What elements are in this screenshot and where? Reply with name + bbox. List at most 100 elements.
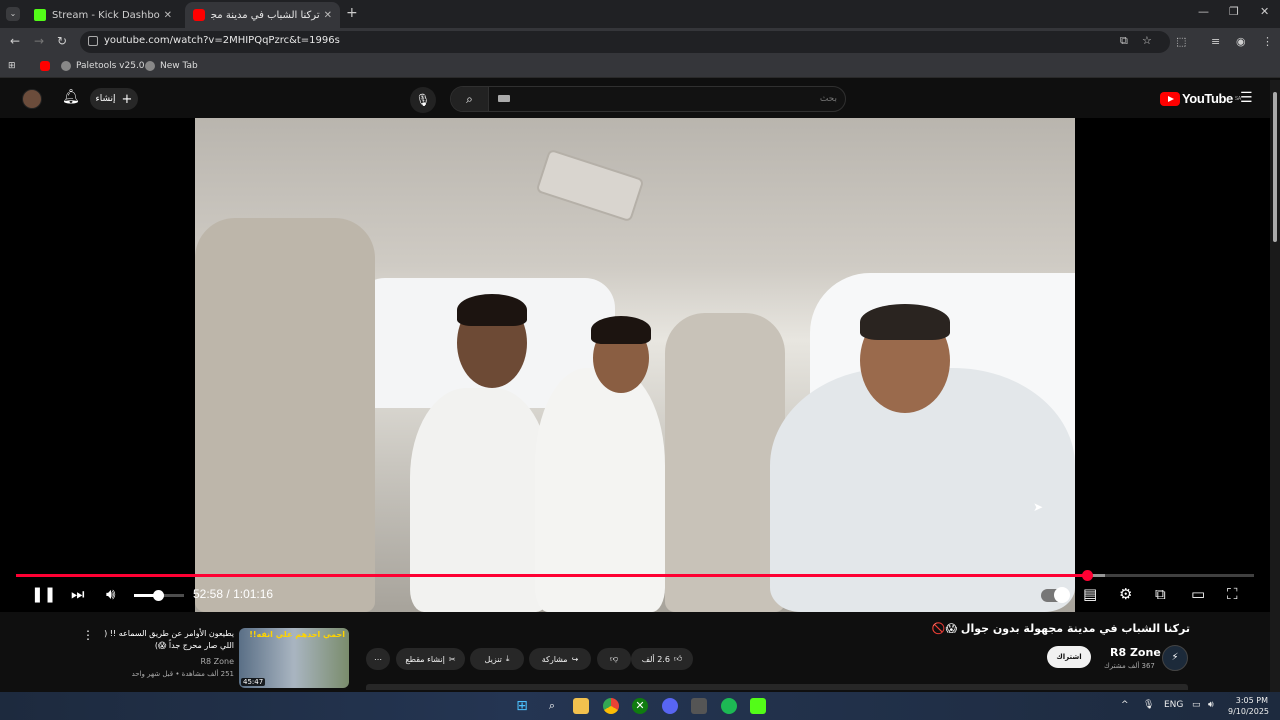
- scissors-icon: ✂︎: [448, 654, 456, 664]
- autoplay-toggle[interactable]: [1041, 587, 1070, 603]
- notifications-bell-icon[interactable]: 🔔︎: [62, 89, 80, 105]
- share-icon: ↪︎: [571, 654, 579, 664]
- tab-close-icon[interactable]: ✕: [164, 10, 172, 21]
- like-count: 2.6 ألف: [641, 654, 670, 664]
- microphone-tray-icon[interactable]: 🎙︎: [1143, 700, 1154, 710]
- volume-icon[interactable]: 🔊︎: [106, 585, 115, 603]
- like-button[interactable]: 2.6 ألف 👍︎: [631, 648, 693, 670]
- voice-search-icon[interactable]: 🎙︎: [410, 87, 436, 113]
- hamburger-menu-icon[interactable]: ☰: [1240, 90, 1253, 106]
- share-button[interactable]: مشاركة ↪︎: [529, 648, 591, 670]
- system-clock[interactable]: 3:05 PM 9/10/2025: [1228, 695, 1269, 717]
- tab-label: تركنا الشباب في مدينة مجهولة: [211, 9, 320, 21]
- clip-button[interactable]: إنشاء مقطع ✂︎: [396, 648, 465, 670]
- address-bar[interactable]: youtube.com/watch?v=2MHIPQqPzrc&t=1996s …: [80, 31, 1170, 53]
- language-indicator[interactable]: ENG: [1164, 700, 1183, 710]
- video-frame[interactable]: [195, 118, 1075, 612]
- search-input[interactable]: [497, 90, 837, 108]
- subtitles-icon[interactable]: ▤: [1083, 585, 1097, 603]
- bookmarks-bar: ⊞ Paletools v25.0.0 New Tab: [0, 56, 1280, 78]
- app-icon[interactable]: [691, 698, 707, 714]
- tab-kick-dashboard[interactable]: Stream - Kick Dashboard ✕: [26, 2, 180, 28]
- mouse-cursor-icon: ➤: [1033, 500, 1044, 514]
- menu-icon[interactable]: ⋮: [1262, 35, 1273, 48]
- kick-app-icon[interactable]: [750, 698, 766, 714]
- seek-bar[interactable]: [16, 570, 1254, 581]
- thumbs-up-icon: 👍︎: [673, 654, 683, 663]
- time-display: 52:58 / 1:01:16: [193, 587, 274, 601]
- media-icon[interactable]: ≡: [1211, 35, 1220, 48]
- recommended-thumbnail[interactable]: احمي احدهم علي انفه!! 45:47: [239, 628, 349, 688]
- recommended-title[interactable]: يطيعون الأوامر عن طريق السماعه !! ( اللي…: [98, 628, 234, 652]
- spotify-icon[interactable]: [721, 698, 737, 714]
- minimize-icon[interactable]: —: [1198, 5, 1209, 18]
- profile-icon[interactable]: ◉: [1236, 35, 1246, 48]
- video-player[interactable]: ➤: [0, 118, 1270, 612]
- theater-mode-icon[interactable]: ▭: [1191, 585, 1205, 603]
- youtube-logo[interactable]: YouTube SA: [1160, 91, 1241, 106]
- channel-name[interactable]: R8 Zone: [1110, 646, 1161, 659]
- discord-icon[interactable]: [662, 698, 678, 714]
- url-text[interactable]: youtube.com/watch?v=2MHIPQqPzrc&t=1996s: [104, 35, 340, 46]
- youtube-favicon-icon: [193, 9, 205, 21]
- fullscreen-icon[interactable]: ⛶: [1227, 585, 1238, 603]
- tab-close-icon[interactable]: ✕: [324, 10, 332, 21]
- bookmark-star-icon[interactable]: ☆: [1142, 34, 1152, 47]
- file-explorer-icon[interactable]: [573, 698, 589, 714]
- scrollbar-thumb[interactable]: [1273, 92, 1277, 242]
- recommended-channel[interactable]: R8 Zone: [150, 657, 234, 666]
- search-icon[interactable]: ⌕: [544, 698, 560, 714]
- apps-grid-icon[interactable]: ⊞: [8, 61, 16, 71]
- xbox-icon[interactable]: ✕: [632, 698, 648, 714]
- reload-icon[interactable]: ↻: [57, 34, 67, 48]
- back-icon[interactable]: ←: [10, 34, 20, 48]
- cast-icon[interactable]: ⧉: [1120, 34, 1128, 48]
- bookmark-paletools[interactable]: Paletools v25.0.0: [61, 61, 153, 71]
- new-tab-button[interactable]: +: [346, 5, 358, 21]
- extensions-icon[interactable]: ⬚: [1176, 35, 1186, 48]
- create-button[interactable]: إنشاء +: [90, 88, 138, 110]
- duration: 1:01:16: [233, 587, 274, 601]
- download-icon: ⤓: [505, 654, 510, 663]
- pause-icon[interactable]: ❚❚: [31, 585, 56, 603]
- next-icon[interactable]: ⏭︎: [71, 585, 85, 603]
- avatar[interactable]: [22, 89, 42, 109]
- restore-icon[interactable]: ❐: [1229, 5, 1239, 18]
- content-divider: [366, 684, 1188, 690]
- recommended-menu-icon[interactable]: ⋮: [82, 628, 94, 642]
- seek-handle[interactable]: [1081, 570, 1093, 581]
- search-icon[interactable]: ⌕: [451, 87, 489, 111]
- globe-icon: [61, 61, 71, 71]
- tab-label: Stream - Kick Dashboard: [52, 9, 160, 21]
- thumbnail-text: احمي احدهم علي انفه!!: [249, 630, 345, 639]
- volume-handle[interactable]: [153, 590, 164, 601]
- recommended-meta: 251 ألف مشاهدة • قبل شهر واحد: [131, 670, 234, 678]
- chrome-icon[interactable]: [603, 698, 619, 714]
- network-icon[interactable]: ▭: [1192, 700, 1201, 710]
- speaker-icon[interactable]: 🔊︎: [1208, 700, 1214, 710]
- player-controls: ❚❚ ⏭︎ 🔊︎ 52:58 / 1:01:16 ▤ ⚙︎ ⧉ ▭ ⛶: [0, 582, 1270, 610]
- tray-overflow-icon[interactable]: ^: [1121, 700, 1129, 710]
- download-button[interactable]: تنزيل ⤓: [470, 648, 524, 670]
- forward-icon[interactable]: →: [34, 34, 44, 48]
- globe-icon: [145, 61, 155, 71]
- settings-gear-icon[interactable]: ⚙︎: [1119, 585, 1132, 603]
- bookmark-new-tab[interactable]: New Tab: [145, 61, 198, 71]
- youtube-header: 🔔︎ إنشاء + 🎙︎ ⌕ YouTube SA ☰: [0, 80, 1280, 118]
- kick-favicon-icon: [34, 9, 46, 21]
- channel-avatar[interactable]: ⚡︎: [1162, 645, 1188, 671]
- miniplayer-icon[interactable]: ⧉: [1155, 585, 1166, 603]
- page-scrollbar[interactable]: [1270, 80, 1280, 692]
- subscribe-button[interactable]: اشتراك: [1047, 646, 1091, 668]
- tab-search-button[interactable]: ⌄: [6, 7, 20, 21]
- site-info-icon[interactable]: [88, 36, 98, 46]
- more-actions-button[interactable]: ⋯: [366, 648, 390, 670]
- window-close-icon[interactable]: ✕: [1260, 5, 1269, 18]
- youtube-play-logo-icon: [1160, 91, 1180, 106]
- tab-youtube-video[interactable]: تركنا الشباب في مدينة مجهولة ✕: [185, 2, 340, 28]
- windows-start-icon[interactable]: ⊞: [514, 698, 530, 714]
- volume-slider[interactable]: [134, 590, 184, 601]
- youtube-bookmark-icon[interactable]: [40, 61, 55, 71]
- keyboard-icon[interactable]: [498, 95, 510, 102]
- dislike-button[interactable]: 👎︎: [597, 648, 631, 670]
